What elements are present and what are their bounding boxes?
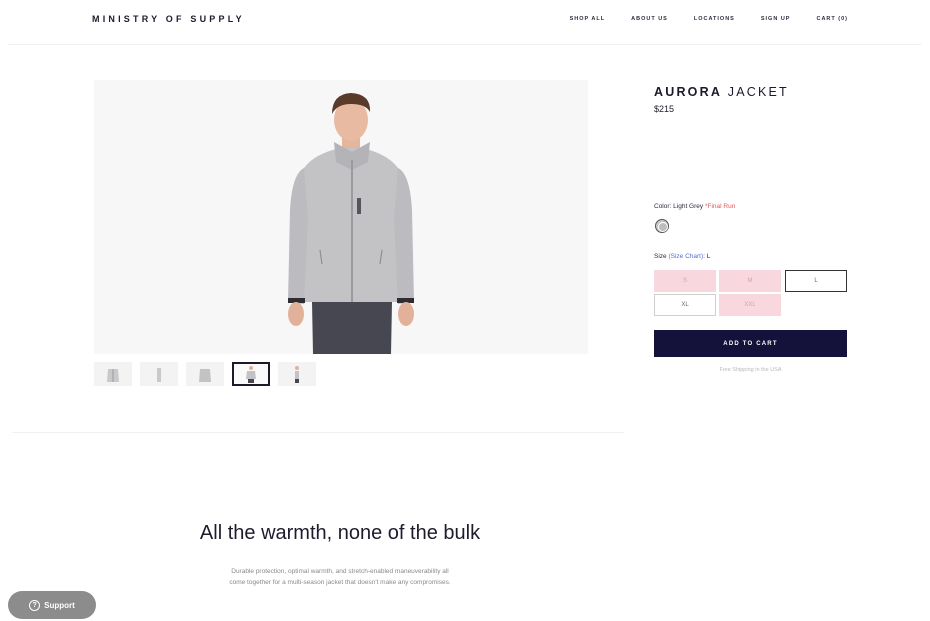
brand-logo[interactable]: MINISTRY OF SUPPLY bbox=[92, 14, 245, 24]
size-option-l[interactable]: L bbox=[785, 270, 847, 292]
final-run-note: *Final Run bbox=[704, 203, 736, 210]
product-title-light: JACKET bbox=[727, 85, 789, 99]
feature-description-line-2: come together for a multi-season jacket … bbox=[229, 579, 451, 586]
model-photo bbox=[288, 93, 414, 354]
feature-tagline: All the warmth, none of the bulk bbox=[199, 522, 481, 544]
site-header: MINISTRY OF SUPPLY SHOP ALL ABOUT US LOC… bbox=[0, 0, 930, 40]
size-option-xl[interactable]: XL bbox=[654, 294, 716, 316]
add-to-cart-button[interactable]: ADD TO CART bbox=[654, 330, 847, 357]
nav-sign-up[interactable]: SIGN UP bbox=[761, 16, 791, 22]
support-button[interactable]: ? Support bbox=[8, 591, 96, 619]
header-divider bbox=[8, 44, 922, 45]
product-hero-image[interactable] bbox=[94, 80, 588, 354]
size-option-xxl[interactable]: XXL bbox=[719, 294, 781, 316]
jacket-back-icon bbox=[199, 369, 211, 382]
jacket-side-icon bbox=[157, 368, 161, 382]
size-chart-link[interactable]: (Size Chart) bbox=[668, 253, 703, 260]
thumbnail-1[interactable] bbox=[94, 362, 132, 386]
thumbnail-3[interactable] bbox=[186, 362, 224, 386]
color-label-text: Color: bbox=[654, 203, 672, 210]
thumbnail-4-active[interactable] bbox=[232, 362, 270, 386]
nav-about-us[interactable]: ABOUT US bbox=[631, 16, 668, 22]
color-swatch-light-grey[interactable] bbox=[655, 219, 669, 233]
shipping-note: Free Shipping in the USA bbox=[719, 367, 782, 373]
size-selected-value: : L bbox=[703, 253, 711, 260]
product-title: AURORA JACKET bbox=[654, 85, 789, 99]
nav-locations[interactable]: LOCATIONS bbox=[694, 16, 735, 22]
product-title-bold: AURORA bbox=[654, 85, 723, 99]
size-option-s[interactable]: S bbox=[654, 270, 716, 292]
color-label: Color: Light Grey *Final Run bbox=[654, 203, 735, 210]
model-side-icon bbox=[295, 366, 299, 383]
thumbnail-2[interactable] bbox=[140, 362, 178, 386]
nav-shop-all[interactable]: SHOP ALL bbox=[570, 16, 606, 22]
thumbnail-strip bbox=[94, 362, 316, 386]
help-icon: ? bbox=[29, 599, 41, 611]
support-label: Support bbox=[44, 600, 75, 610]
color-value: Light Grey bbox=[673, 203, 704, 210]
size-option-m[interactable]: M bbox=[719, 270, 781, 292]
feature-description: Durable protection, optimal warmth, and … bbox=[170, 566, 510, 588]
jacket-front-icon bbox=[107, 369, 119, 382]
main-nav: SHOP ALL ABOUT US LOCATIONS SIGN UP CART… bbox=[570, 16, 848, 22]
size-label-text: Size bbox=[654, 253, 667, 260]
product-price: $215 bbox=[654, 104, 675, 114]
nav-cart[interactable]: CART (0) bbox=[816, 16, 848, 22]
model-front-icon bbox=[246, 366, 256, 383]
thumbnail-5[interactable] bbox=[278, 362, 316, 386]
feature-description-line-1: Durable protection, optimal warmth, and … bbox=[231, 568, 449, 575]
size-label: Size (Size Chart): L bbox=[654, 253, 710, 260]
section-divider bbox=[12, 432, 624, 433]
